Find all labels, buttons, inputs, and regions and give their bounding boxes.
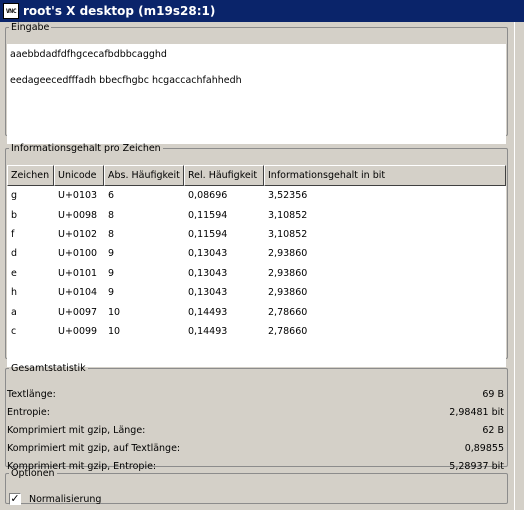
cell-info: 2,78660 <box>268 306 308 318</box>
main-window: Eingabe aaebbdadfdfhgcecafbdbbcagghd eed… <box>0 22 524 510</box>
table-row[interactable]: g U+0103 6 0,08696 3,52356 <box>7 186 506 205</box>
cell-abs: 8 <box>108 228 115 240</box>
input-line <box>10 61 503 74</box>
input-line: eedageecedfffadh bbecfhgbc hcgaccachfahh… <box>10 75 242 86</box>
cell-abs: 10 <box>108 325 121 337</box>
stat-row-gzip-ratio: Komprimiert mit gzip, auf Textlänge: 0,8… <box>7 440 506 458</box>
window-scrollbar[interactable] <box>514 22 524 510</box>
stat-value: 0,89855 <box>464 443 504 455</box>
cell-zeichen: b <box>11 209 18 221</box>
cell-info: 2,78660 <box>268 325 308 337</box>
cell-zeichen: a <box>11 306 17 318</box>
input-line: aaebbdadfdfhgcecafbdbbcagghd <box>10 49 167 60</box>
stat-value: 2,98481 bit <box>449 406 504 418</box>
input-textarea[interactable]: aaebbdadfdfhgcecafbdbbcagghd eedageecedf… <box>7 44 506 144</box>
options-group: Optionen ✓ Normalisierung <box>5 468 508 505</box>
cell-zeichen: d <box>11 248 18 260</box>
table-header: Zeichen Unicode Abs. Häufigkeit Rel. Häu… <box>7 165 506 186</box>
cell-info: 2,93860 <box>268 267 308 279</box>
cell-unicode: U+0100 <box>58 248 98 260</box>
cell-rel: 0,13043 <box>188 248 228 260</box>
cell-info: 3,10852 <box>268 209 308 221</box>
table-body: g U+0103 6 0,08696 3,52356 b U+0098 8 0,… <box>7 186 506 341</box>
cell-rel: 0,13043 <box>188 287 228 299</box>
cell-rel: 0,08696 <box>188 190 228 202</box>
column-header-zeichen[interactable]: Zeichen <box>7 165 54 186</box>
stat-row-gzip-laenge: Komprimiert mit gzip, Länge: 62 B <box>7 421 506 439</box>
cell-unicode: U+0099 <box>58 325 98 337</box>
stat-row-entropie: Entropie: 2,98481 bit <box>7 403 506 421</box>
cell-abs: 9 <box>108 267 115 279</box>
table-row[interactable]: b U+0098 8 0,11594 3,10852 <box>7 205 506 224</box>
cell-zeichen: g <box>11 190 18 202</box>
checkmark-icon: ✓ <box>10 492 20 505</box>
normalisierung-option[interactable]: ✓ Normalisierung <box>9 493 101 505</box>
cell-abs: 8 <box>108 209 115 221</box>
cell-info: 2,93860 <box>268 287 308 299</box>
stat-value: 62 B <box>482 424 504 436</box>
cell-rel: 0,14493 <box>188 325 228 337</box>
cell-abs: 9 <box>108 248 115 260</box>
cell-rel: 0,13043 <box>188 267 228 279</box>
table-row[interactable]: a U+0097 10 0,14493 2,78660 <box>7 302 506 321</box>
normalisierung-label[interactable]: Normalisierung <box>29 494 101 505</box>
info-legend: Informationsgehalt pro Zeichen <box>11 143 161 154</box>
cell-rel: 0,14493 <box>188 306 228 318</box>
eingabe-legend: Eingabe <box>11 22 50 33</box>
cell-rel: 0,11594 <box>188 228 228 240</box>
stat-value: 69 B <box>482 388 504 400</box>
table-row[interactable]: e U+0101 9 0,13043 2,93860 <box>7 264 506 283</box>
cell-zeichen: e <box>11 267 17 279</box>
cell-info: 3,52356 <box>268 190 308 202</box>
cell-info: 2,93860 <box>268 248 308 260</box>
cell-unicode: U+0102 <box>58 228 98 240</box>
info-group: Informationsgehalt pro Zeichen Zeichen U… <box>5 143 508 367</box>
window-title: root's X desktop (m19s28:1) <box>23 4 216 18</box>
eingabe-group: Eingabe aaebbdadfdfhgcecafbdbbcagghd eed… <box>5 22 508 144</box>
stat-label: Komprimiert mit gzip, auf Textlänge: <box>7 443 181 455</box>
cell-unicode: U+0104 <box>58 287 98 299</box>
stat-label: Komprimiert mit gzip, Länge: <box>7 424 146 436</box>
cell-info: 3,10852 <box>268 228 308 240</box>
cell-abs: 6 <box>108 190 115 202</box>
cell-rel: 0,11594 <box>188 209 228 221</box>
column-header-abs-haeufigkeit[interactable]: Abs. Häufigkeit <box>104 165 184 186</box>
stats-legend: Gesamtstatistik <box>11 363 86 374</box>
stats-list: Textlänge: 69 B Entropie: 2,98481 bit Ko… <box>7 385 506 476</box>
cell-unicode: U+0097 <box>58 306 98 318</box>
normalisierung-checkbox[interactable]: ✓ <box>9 493 21 505</box>
column-header-rel-haeufigkeit[interactable]: Rel. Häufigkeit <box>184 165 264 186</box>
stats-group: Gesamtstatistik Textlänge: 69 B Entropie… <box>5 363 508 472</box>
column-header-informationsgehalt[interactable]: Informationsgehalt in bit <box>264 165 506 186</box>
column-header-unicode[interactable]: Unicode <box>54 165 104 186</box>
cell-unicode: U+0103 <box>58 190 98 202</box>
cell-zeichen: h <box>11 287 18 299</box>
title-bar: VNC root's X desktop (m19s28:1) <box>0 0 524 22</box>
cell-unicode: U+0101 <box>58 267 98 279</box>
cell-zeichen: f <box>11 228 15 240</box>
table-row[interactable]: c U+0099 10 0,14493 2,78660 <box>7 322 506 341</box>
stat-label: Entropie: <box>7 406 50 418</box>
options-legend: Optionen <box>11 468 55 479</box>
cell-unicode: U+0098 <box>58 209 98 221</box>
stat-row-textlaenge: Textlänge: 69 B <box>7 385 506 403</box>
table-row[interactable]: f U+0102 8 0,11594 3,10852 <box>7 225 506 244</box>
cell-abs: 9 <box>108 287 115 299</box>
table-row[interactable]: d U+0100 9 0,13043 2,93860 <box>7 244 506 263</box>
cell-zeichen: c <box>11 325 17 337</box>
table-row[interactable]: h U+0104 9 0,13043 2,93860 <box>7 283 506 302</box>
vnc-app-icon[interactable]: VNC <box>3 3 19 19</box>
frequency-table: Zeichen Unicode Abs. Häufigkeit Rel. Häu… <box>7 165 506 367</box>
cell-abs: 10 <box>108 306 121 318</box>
stat-label: Textlänge: <box>7 388 56 400</box>
